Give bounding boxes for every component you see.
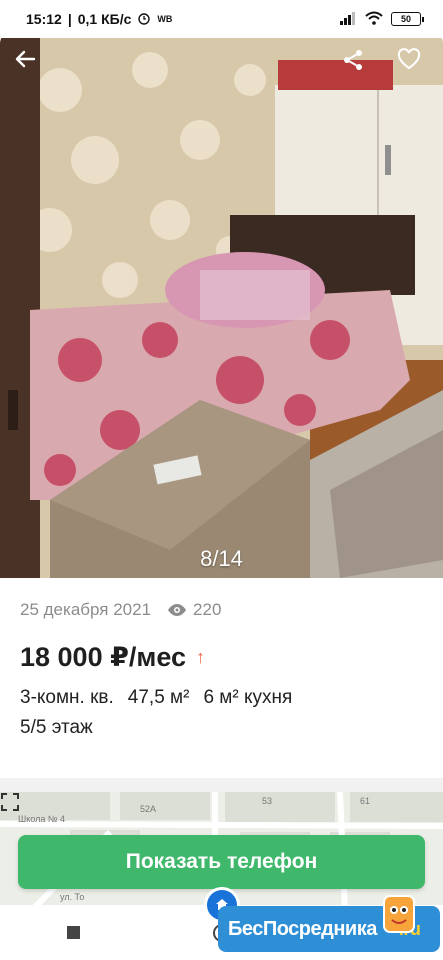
- mascot-icon: [383, 895, 415, 933]
- share-icon[interactable]: [341, 48, 377, 84]
- signal-icon: [339, 11, 357, 28]
- map-label-61: 61: [360, 796, 371, 806]
- status-bar: 15:12 | 0,1 КБ/с WB 50: [0, 0, 443, 38]
- map-label-street: ул. То: [60, 892, 85, 902]
- recent-apps-icon[interactable]: [66, 926, 80, 939]
- listing-date: 25 декабря 2021: [20, 600, 152, 619]
- total-area: 47,5 м²: [127, 687, 190, 708]
- rooms: 3-комн. кв.: [20, 687, 114, 708]
- status-divider: |: [67, 11, 72, 27]
- photo-counter: 8/14: [200, 546, 243, 571]
- arrow-left-icon[interactable]: [14, 48, 50, 84]
- alarm-icon: [137, 11, 151, 28]
- listing-info: 25 декабря 2021 220 18 000 ₽/мес ↑ 3-ком…: [20, 600, 430, 739]
- wifi-icon: [365, 11, 383, 28]
- floor: 5/5 этаж: [20, 717, 93, 738]
- watermark-banner: БесПосредника .ru: [218, 895, 440, 952]
- heart-icon[interactable]: [397, 48, 433, 84]
- views-count: 220: [193, 600, 222, 619]
- views-counter: 220: [167, 600, 221, 620]
- map-label-53: 53: [262, 796, 273, 806]
- status-right: 50: [339, 11, 424, 28]
- show-phone-button[interactable]: Показать телефон: [18, 835, 425, 889]
- room-photo: [0, 30, 443, 578]
- kitchen-area: 6 м² кухня: [203, 687, 293, 708]
- price-trend-up-icon[interactable]: ↑: [196, 647, 205, 668]
- battery-icon: 50: [391, 12, 424, 26]
- map-label-52a: 52А: [140, 804, 157, 814]
- status-time: 15:12: [26, 11, 62, 27]
- listing-params: 3-комн. кв. 47,5 м² 6 м² кухня: [20, 687, 430, 709]
- price-row: 18 000 ₽/мес ↑: [20, 642, 430, 673]
- gallery-toolbar: [0, 48, 443, 84]
- watermark-brand: БесПосредника: [228, 917, 377, 940]
- eye-icon: [168, 604, 187, 616]
- status-left: 15:12 | 0,1 КБ/с WB: [26, 11, 172, 28]
- carrier-badge: WB: [157, 14, 173, 24]
- section-divider: [0, 778, 443, 792]
- listing-meta: 25 декабря 2021 220: [20, 600, 430, 620]
- photo-gallery[interactable]: 8/14: [0, 30, 443, 578]
- price: 18 000 ₽/мес: [20, 642, 187, 672]
- map-label-school: Школа № 4: [18, 814, 66, 824]
- network-speed: 0,1 КБ/с: [77, 11, 132, 27]
- expand-map-icon[interactable]: [0, 792, 20, 812]
